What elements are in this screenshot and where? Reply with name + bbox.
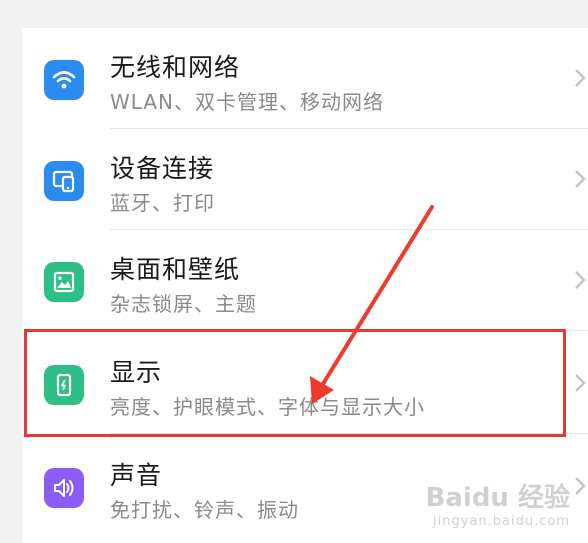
settings-item-subtitle: 亮度、护眼模式、字体与显示大小	[110, 395, 425, 419]
settings-item-title: 桌面和壁纸	[110, 255, 241, 284]
chevron-right-icon	[575, 477, 586, 495]
display-icon	[44, 365, 84, 405]
chevron-right-icon	[575, 69, 586, 87]
device-connection-icon	[44, 161, 84, 201]
watermark-logo: Baidu 经验	[425, 483, 570, 513]
watermark: Baidu 经验 jingyan.baidu.com	[426, 477, 570, 529]
settings-item-device-connection[interactable]: 设备连接 蓝牙、打印	[22, 129, 588, 230]
divider	[110, 433, 588, 434]
wallpaper-icon	[44, 262, 84, 302]
chevron-right-icon	[575, 271, 586, 289]
settings-item-wireless-network[interactable]: 无线和网络 WLAN、双卡管理、移动网络	[22, 28, 588, 129]
settings-item-desktop-wallpaper[interactable]: 桌面和壁纸 杂志锁屏、主题	[22, 230, 588, 331]
wifi-icon	[44, 60, 84, 100]
divider	[110, 330, 588, 331]
settings-item-subtitle: 蓝牙、打印	[110, 191, 215, 215]
settings-item-title: 显示	[110, 358, 163, 387]
settings-list: 无线和网络 WLAN、双卡管理、移动网络 设备连接 蓝牙、打印 桌面和壁纸 杂志…	[22, 28, 588, 543]
chevron-right-icon	[575, 374, 586, 392]
settings-item-title: 设备连接	[110, 154, 215, 183]
sound-icon	[44, 468, 84, 508]
settings-item-title: 声音	[110, 461, 163, 490]
settings-item-subtitle: 免打扰、铃声、振动	[110, 498, 299, 522]
settings-item-title: 无线和网络	[110, 53, 241, 82]
watermark-url: jingyan.baidu.com	[433, 514, 570, 529]
settings-item-display[interactable]: 显示 亮度、护眼模式、字体与显示大小	[22, 333, 588, 434]
chevron-right-icon	[575, 170, 586, 188]
settings-item-subtitle: 杂志锁屏、主题	[110, 292, 257, 316]
settings-item-subtitle: WLAN、双卡管理、移动网络	[110, 90, 385, 114]
